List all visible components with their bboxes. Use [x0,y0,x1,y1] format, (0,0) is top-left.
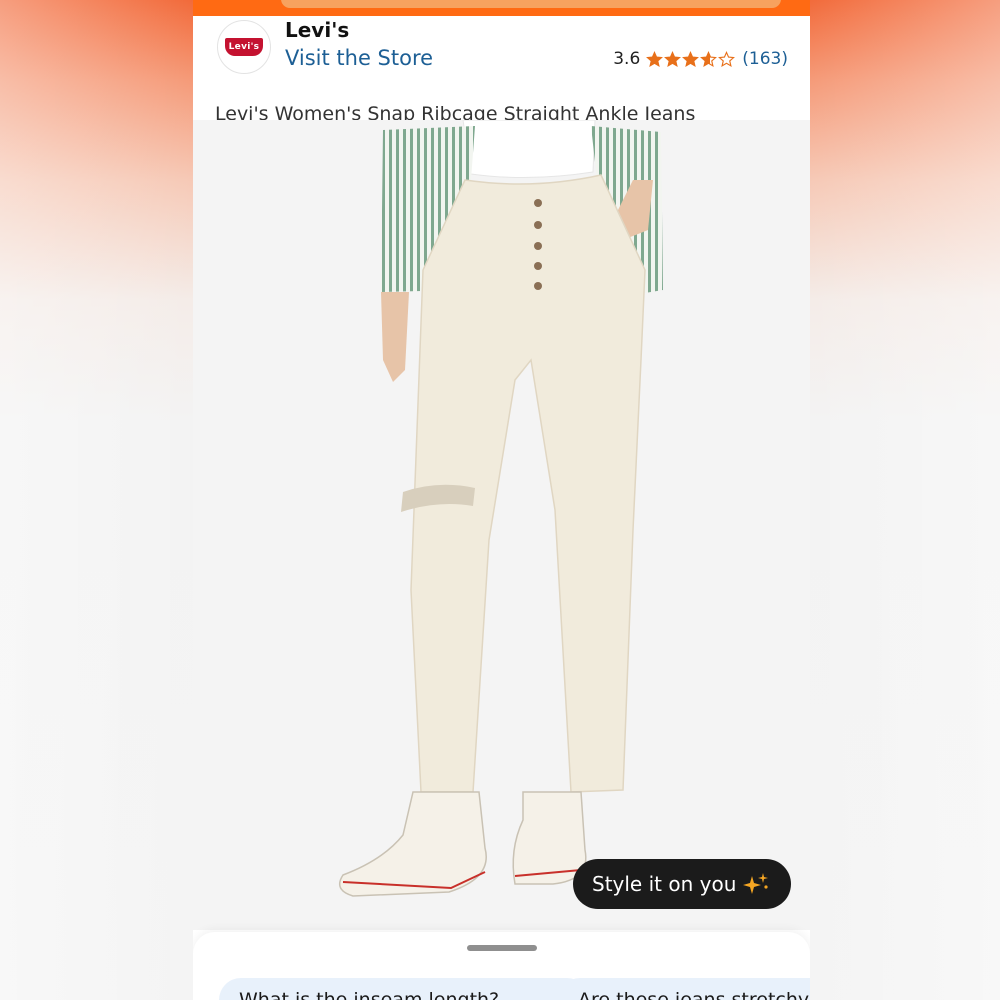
suggestion-chip[interactable]: What is the inseam length? [219,978,589,1000]
style-it-on-you-button[interactable]: Style it on you [573,859,791,909]
background-left [0,0,193,1000]
store-header: Levi's Levi's Visit the Store 3.6 (163) … [193,16,810,125]
brand-logo[interactable]: Levi's [217,20,271,74]
assistant-bottom-sheet: What is the inseam length? Are these jea… [193,932,810,1000]
sheet-drag-handle[interactable] [467,945,537,951]
top-search-bar [193,0,810,16]
star-icon [646,50,664,67]
suggestion-chip[interactable]: Are these jeans stretchy? [558,978,810,1000]
search-pill[interactable] [281,0,781,8]
sparkle-icon [743,873,768,894]
star-icon [682,50,700,67]
visit-store-link[interactable]: Visit the Store [285,46,433,70]
jeans-photo-icon [338,120,663,897]
rating-summary[interactable]: 3.6 (163) [613,49,788,69]
product-image[interactable] [193,120,810,930]
background-right [807,0,1000,1000]
style-button-label: Style it on you [592,872,737,896]
rating-count[interactable]: (163) [742,49,788,69]
star-icon [718,50,736,67]
star-icon [700,50,718,67]
levis-logo-icon: Levi's [225,38,263,56]
rating-value: 3.6 [613,49,641,69]
brand-name: Levi's [285,18,350,42]
star-icon [664,50,682,67]
phone-screen: Levi's Levi's Visit the Store 3.6 (163) … [193,0,810,1000]
rating-stars [646,50,736,68]
